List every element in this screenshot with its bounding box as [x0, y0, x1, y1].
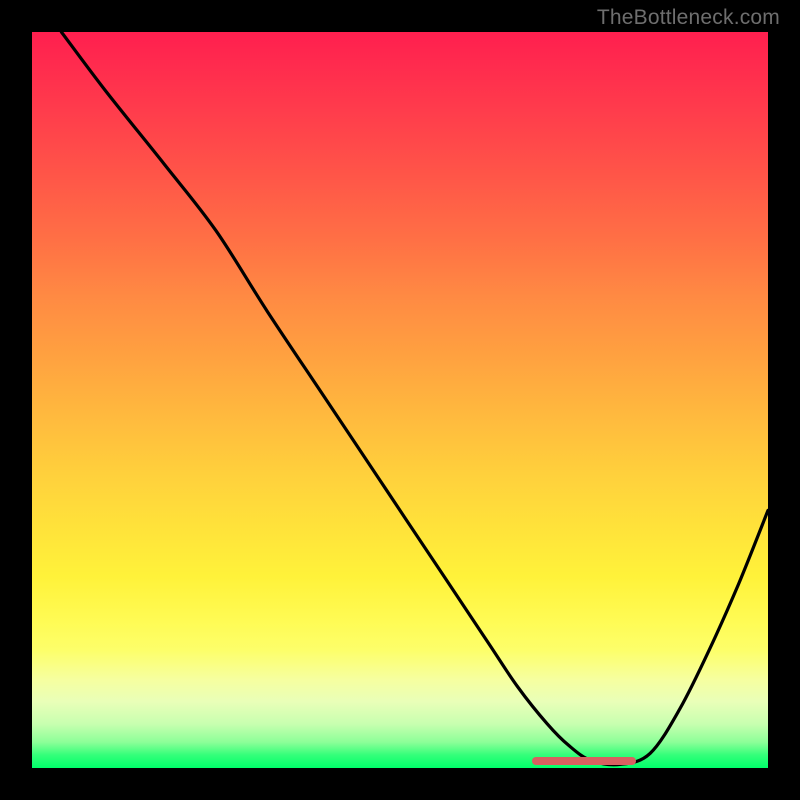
watermark-text: TheBottleneck.com — [597, 6, 780, 30]
optimal-range-marker — [532, 757, 635, 765]
bottleneck-curve — [32, 32, 768, 768]
chart-frame: TheBottleneck.com — [0, 0, 800, 800]
plot-area — [32, 32, 768, 768]
